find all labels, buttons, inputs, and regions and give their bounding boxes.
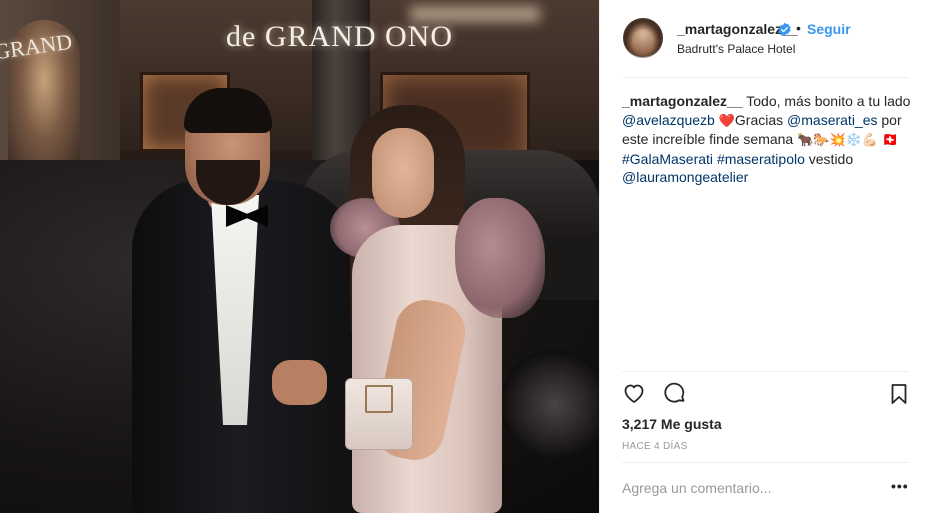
post-side-panel: _martagonzalez__ • Seguir Badrutt's Pala… (600, 0, 927, 513)
separator-dot: • (796, 20, 801, 36)
hotel-sign: de GRAND ONO (226, 20, 453, 53)
post-timestamp[interactable]: HACE 4 DÍAS (622, 441, 688, 452)
post-location[interactable]: Badrutt's Palace Hotel (677, 42, 795, 56)
post-caption: _martagonzalez__ Todo, más bonito a tu l… (622, 92, 912, 187)
header-divider (622, 77, 909, 78)
feather-sleeve-right (455, 198, 545, 318)
comment-input[interactable] (622, 478, 872, 498)
woman-face (372, 128, 434, 218)
caption-text: Gracias (734, 111, 788, 128)
caption-mention[interactable]: @maserati_es (787, 112, 877, 128)
verified-badge-icon (778, 22, 791, 37)
caption-emojis: 🐂🐎💥❄️💪🏻 (797, 132, 879, 147)
caption-text: vestido (804, 150, 854, 167)
actions-divider (622, 371, 909, 372)
avatar-overlay (623, 18, 663, 58)
caption-mention[interactable]: @avelazquezb (622, 112, 715, 128)
caption-hashtag[interactable]: #maseratipolo (717, 151, 805, 167)
caption-text: Todo, más bonito a tu lado (742, 93, 911, 109)
car-wheel (500, 350, 600, 460)
heart-emoji: ❤️ (718, 112, 735, 128)
man-hand (272, 360, 327, 405)
bookmark-icon[interactable] (887, 382, 911, 406)
caption-mention[interactable]: @lauramongeatelier (622, 169, 748, 185)
more-options-icon[interactable]: ••• (891, 478, 909, 494)
caption-hashtag[interactable]: #GalaMaserati (622, 151, 713, 167)
comment-icon[interactable] (663, 381, 687, 405)
follow-button[interactable]: Seguir (807, 21, 851, 37)
post-photo[interactable]: de GRAND ONO GRAND (0, 0, 600, 513)
caption-username[interactable]: _martagonzalez__ (622, 93, 743, 109)
swiss-flag-emoji: 🇨🇭 (881, 132, 899, 147)
heart-icon[interactable] (622, 381, 646, 405)
likes-count[interactable]: 3,217 Me gusta (622, 416, 722, 432)
clutch-logo (365, 385, 393, 413)
comment-divider (622, 462, 909, 463)
post-header: _martagonzalez__ • Seguir Badrutt's Pala… (600, 0, 927, 78)
